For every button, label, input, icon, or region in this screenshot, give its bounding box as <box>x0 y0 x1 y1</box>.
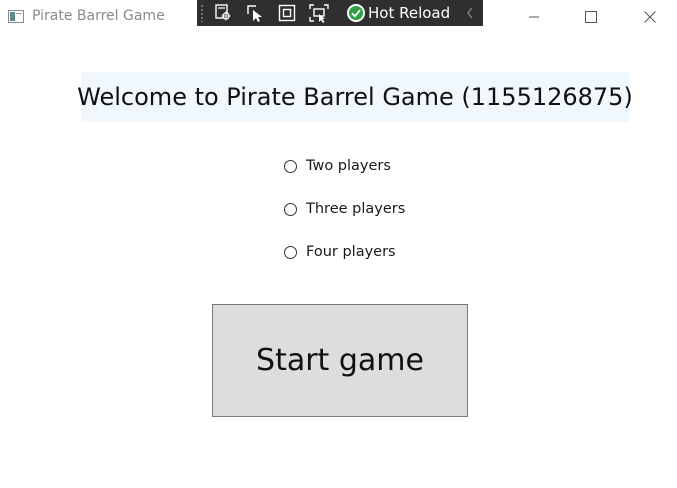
app-window: Pirate Barrel Game Hot Reload Welcome to… <box>0 0 677 488</box>
hot-reload-button[interactable]: Hot Reload <box>347 2 450 24</box>
radio-circle-icon[interactable] <box>284 245 297 259</box>
collapse-chevron-icon[interactable] <box>463 2 477 24</box>
radio-four-players[interactable]: Four players <box>284 242 396 262</box>
pointer-select-icon[interactable] <box>243 2 267 24</box>
track-focus-icon[interactable] <box>307 2 331 24</box>
title-bar[interactable]: Pirate Barrel Game Hot Reload <box>0 0 677 33</box>
layout-adorner-icon[interactable] <box>275 2 299 24</box>
close-icon <box>644 10 656 23</box>
window-title: Pirate Barrel Game <box>32 8 165 24</box>
minimize-button[interactable] <box>511 0 557 33</box>
close-button[interactable] <box>627 0 673 33</box>
welcome-heading: Welcome to Pirate Barrel Game (115512687… <box>77 72 633 122</box>
radio-label: Three players <box>306 201 406 217</box>
debug-toolbar: Hot Reload <box>197 0 483 26</box>
maximize-button[interactable] <box>568 0 614 33</box>
radio-three-players[interactable]: Three players <box>284 199 405 219</box>
radio-circle-icon[interactable] <box>284 159 297 173</box>
check-circle-icon <box>347 4 365 22</box>
toolbar-grip-icon[interactable] <box>200 4 204 22</box>
start-game-button[interactable]: Start game <box>212 304 468 417</box>
maximize-icon <box>585 10 597 23</box>
radio-label: Two players <box>306 158 391 174</box>
app-icon <box>8 10 24 23</box>
radio-label: Four players <box>306 244 396 260</box>
radio-circle-icon[interactable] <box>284 202 297 216</box>
hot-reload-label: Hot Reload <box>368 4 451 22</box>
select-element-icon[interactable] <box>211 2 235 24</box>
minimize-icon <box>529 16 539 17</box>
radio-two-players[interactable]: Two players <box>284 156 391 176</box>
